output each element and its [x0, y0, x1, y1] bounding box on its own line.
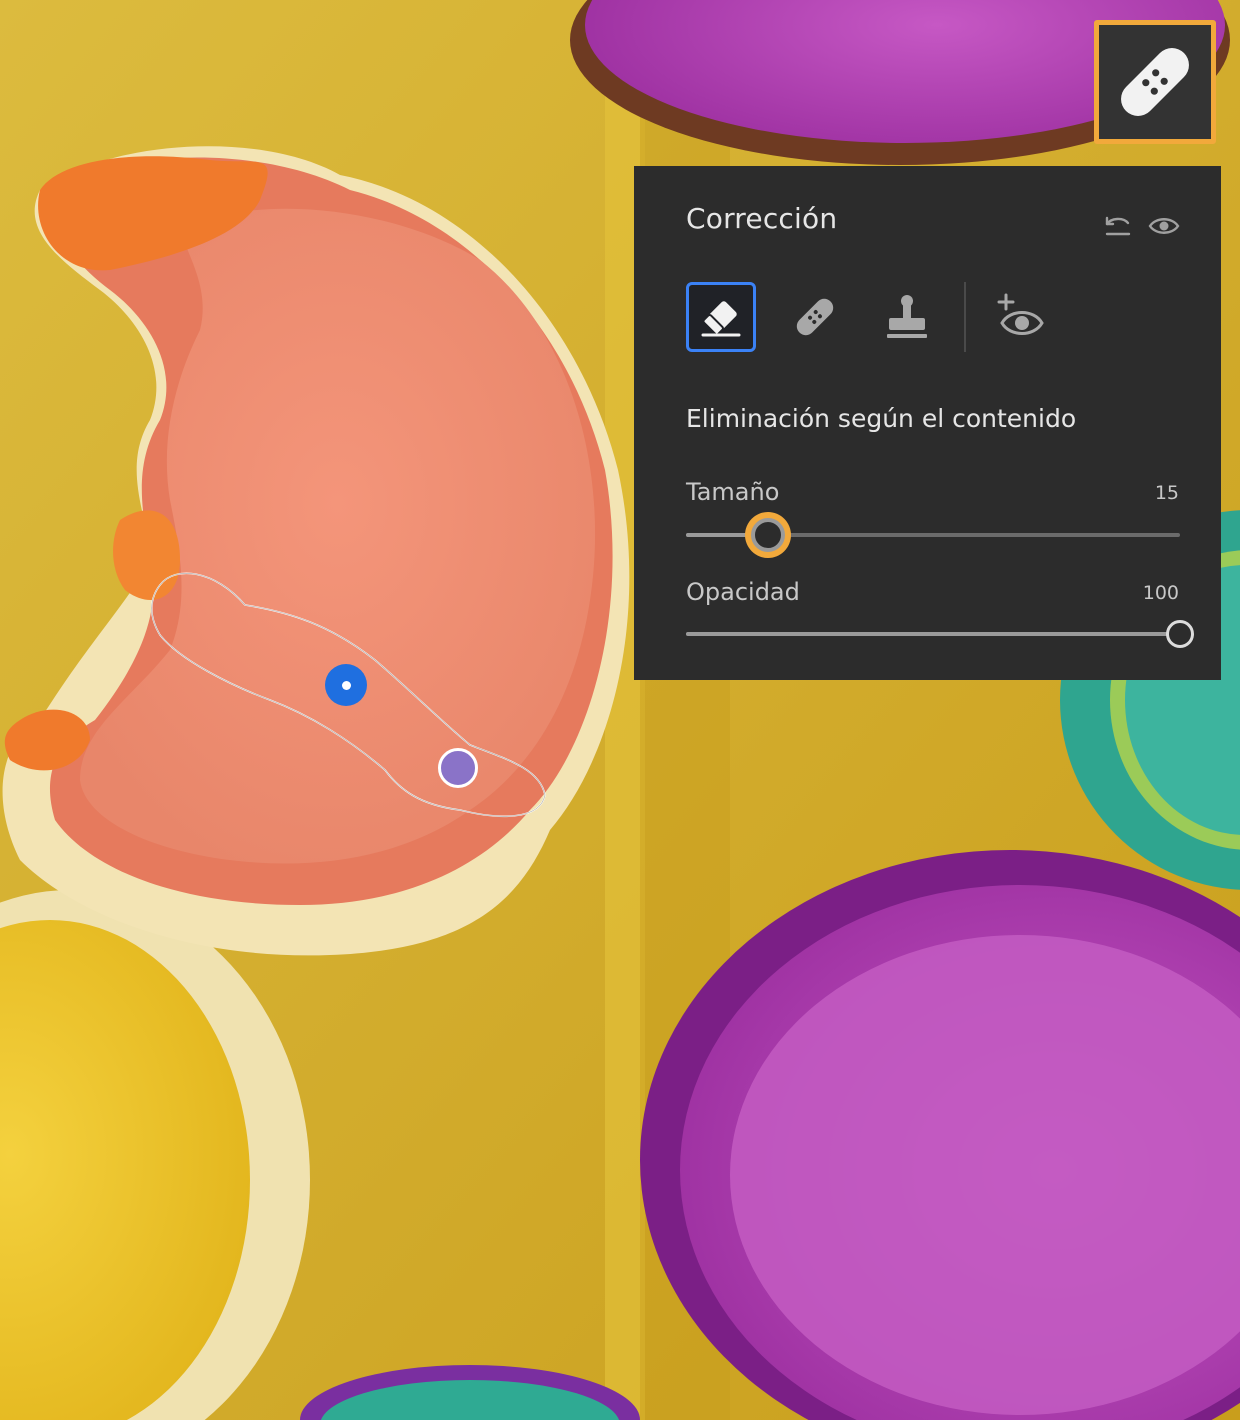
heal-tool[interactable] — [780, 282, 850, 352]
panel-title: Corrección — [686, 202, 838, 235]
mode-label: Eliminación según el contenido — [686, 404, 1077, 433]
content-aware-remove-tool[interactable] — [686, 282, 756, 352]
bandage-icon — [1121, 48, 1189, 116]
eye-icon — [1148, 218, 1180, 234]
size-value[interactable]: 15 — [1155, 482, 1179, 504]
correction-panel: Corrección Eliminación según el contenid… — [634, 166, 1221, 680]
bandage-icon — [796, 298, 834, 336]
healing-tool-button[interactable] — [1094, 20, 1216, 144]
tool-divider — [964, 282, 966, 352]
size-label: Tamaño — [686, 478, 780, 506]
opacity-slider[interactable] — [686, 620, 1194, 648]
opacity-slider-thumb[interactable] — [1166, 620, 1194, 648]
eraser-icon — [701, 301, 741, 337]
red-eye-tool[interactable] — [986, 282, 1056, 352]
opacity-label: Opacidad — [686, 578, 800, 606]
size-slider-thumb[interactable] — [751, 518, 786, 552]
healing-source-pin[interactable] — [325, 664, 367, 706]
pin-center-dot — [341, 680, 351, 690]
healing-target-pin[interactable] — [438, 748, 478, 788]
clone-stamp-icon — [887, 295, 927, 338]
visibility-eye-icon[interactable] — [1146, 208, 1182, 244]
opacity-slider-fill — [686, 632, 1180, 636]
reset-icon[interactable] — [1100, 208, 1136, 244]
opacity-value[interactable]: 100 — [1143, 582, 1179, 604]
size-slider[interactable] — [686, 518, 1180, 552]
red-eye-icon — [997, 293, 1044, 335]
undo-arrow-icon — [1105, 216, 1131, 236]
clone-tool[interactable] — [872, 282, 942, 352]
